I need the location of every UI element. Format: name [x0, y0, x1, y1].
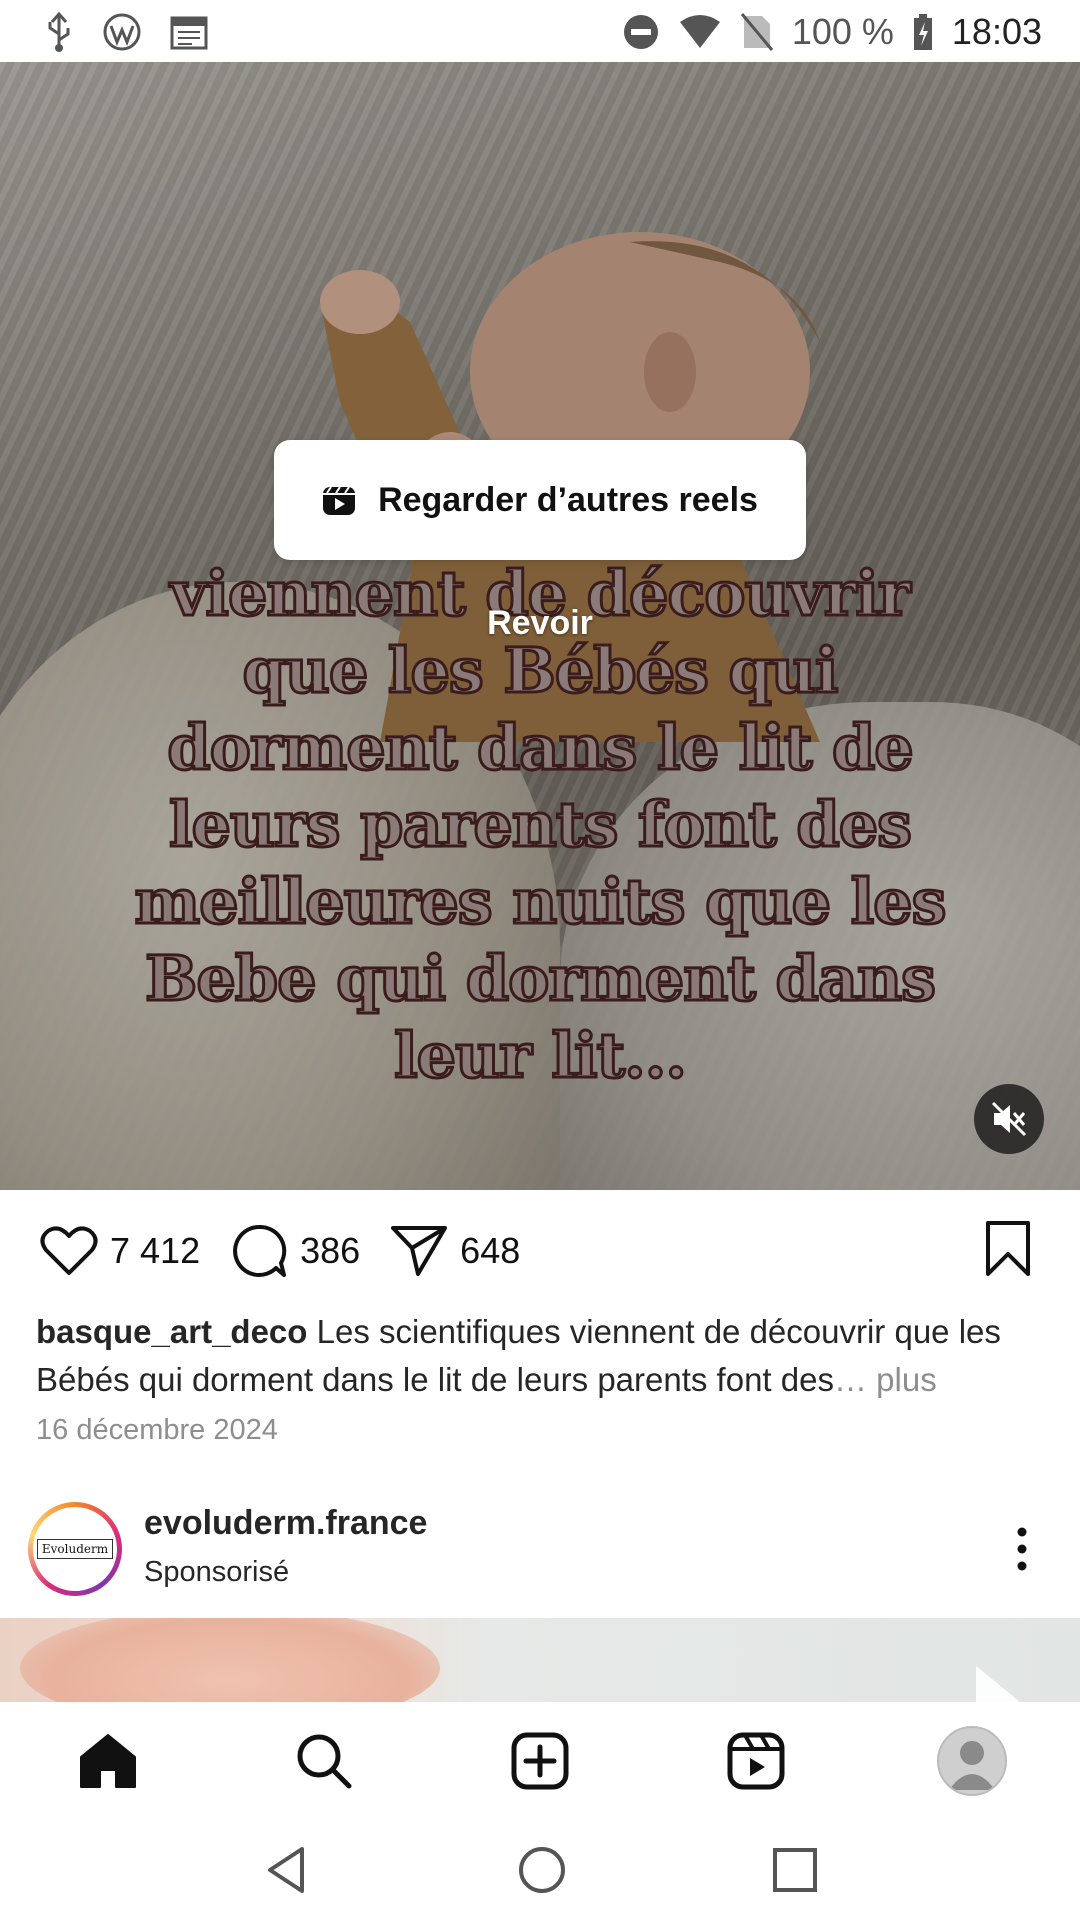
home-icon — [80, 1734, 136, 1788]
bookmark-icon — [986, 1221, 1030, 1276]
comment-button[interactable]: 386 — [230, 1223, 360, 1279]
sponsored-label: Sponsorisé — [144, 1556, 290, 1588]
post-caption[interactable]: basque_art_deco Les scientifiques vienne… — [36, 1308, 1046, 1404]
battery-charging-icon — [913, 14, 932, 50]
account-avatar[interactable]: Evoluderm — [28, 1502, 122, 1596]
nav-search[interactable] — [279, 1716, 369, 1806]
caption-more-link[interactable]: … plus — [834, 1361, 937, 1398]
evoluderm-logo: Evoluderm — [36, 1539, 114, 1559]
account-name[interactable]: evoluderm.france — [144, 1504, 427, 1543]
profile-avatar — [937, 1726, 1007, 1796]
do-not-disturb-icon — [623, 15, 658, 49]
system-navigation-bar — [0, 1820, 1080, 1920]
status-bar: 100 % 18:03 — [0, 0, 1080, 62]
send-icon — [391, 1226, 448, 1276]
home-circle-icon[interactable] — [517, 1845, 567, 1895]
watch-more-reels-button[interactable]: Regarder d’autres reels — [274, 440, 806, 560]
watch-more-reels-label: Regarder d’autres reels — [378, 480, 758, 519]
bottom-navigation — [0, 1702, 1080, 1820]
battery-percent: 100 % — [791, 11, 894, 52]
search-icon — [297, 1734, 352, 1789]
replay-button[interactable]: Revoir — [440, 604, 640, 643]
heart-icon — [40, 1226, 98, 1275]
recents-icon[interactable] — [772, 1847, 818, 1893]
like-count: 7 412 — [110, 1230, 201, 1271]
comment-count: 386 — [300, 1230, 361, 1271]
more-vertical-icon — [1017, 1527, 1027, 1571]
share-count: 648 — [460, 1230, 521, 1271]
default-avatar-icon — [949, 1741, 995, 1790]
post-actions-row: 7 412 386 648 — [40, 1218, 550, 1284]
reels-nav-icon — [727, 1732, 785, 1790]
post-date: 16 décembre 2024 — [36, 1414, 278, 1446]
nav-profile[interactable] — [927, 1716, 1017, 1806]
save-button[interactable] — [982, 1220, 1034, 1283]
status-right: 100 % 18:03 — [622, 8, 1042, 56]
reels-icon — [323, 486, 356, 515]
clock: 18:03 — [951, 11, 1042, 52]
carousel-next-icon — [976, 1666, 1020, 1702]
caption-username[interactable]: basque_art_deco — [36, 1313, 307, 1350]
nav-home[interactable] — [63, 1716, 153, 1806]
comment-icon — [233, 1224, 287, 1277]
nav-reels[interactable] — [711, 1716, 801, 1806]
usb-icon — [48, 12, 70, 52]
avatar-inner: Evoluderm — [33, 1507, 117, 1591]
back-icon[interactable] — [262, 1845, 312, 1895]
more-options-button[interactable] — [1006, 1526, 1038, 1572]
muted-speaker-icon — [991, 1101, 1027, 1137]
nav-create[interactable] — [495, 1716, 585, 1806]
wordpress-icon — [103, 13, 141, 51]
share-button[interactable]: 648 — [390, 1224, 520, 1278]
status-left-icons — [44, 10, 208, 54]
calendar-icon — [170, 16, 208, 50]
like-button[interactable]: 7 412 — [40, 1225, 200, 1277]
create-icon — [511, 1732, 569, 1790]
mute-toggle-button[interactable] — [974, 1084, 1044, 1154]
next-post-image-hand — [20, 1618, 440, 1702]
no-sim-icon — [740, 13, 773, 51]
wifi-icon — [679, 15, 720, 48]
next-post-media[interactable] — [0, 1618, 1080, 1702]
